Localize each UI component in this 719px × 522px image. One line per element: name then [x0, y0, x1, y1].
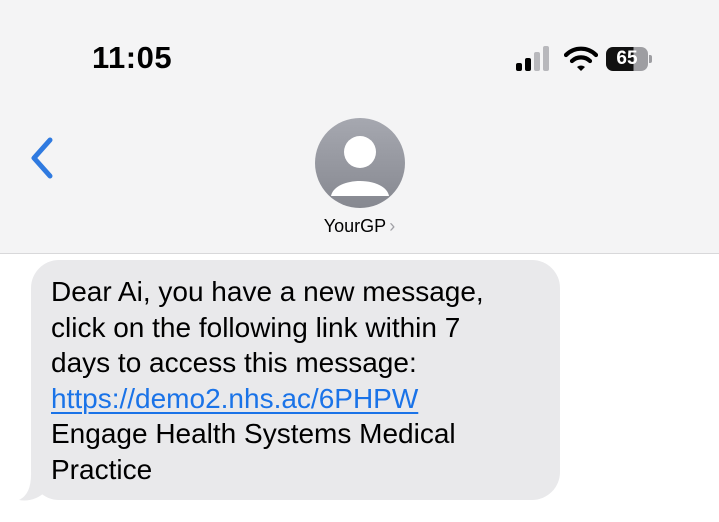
battery-level: 65 [616, 48, 638, 69]
contact-avatar[interactable] [315, 118, 405, 208]
battery-icon: 65 [606, 47, 652, 71]
message-line: Dear Ai, you have a new message, [51, 276, 484, 307]
battery-cap [649, 55, 652, 63]
wifi-icon [564, 46, 598, 71]
message-link-line: https://demo2.nhs.ac/6PHPW [51, 381, 540, 417]
message-line: Engage Health Systems Medical [51, 418, 456, 449]
person-silhouette-icon [331, 136, 389, 196]
contact-name: YourGP [323, 216, 387, 236]
back-button[interactable] [24, 134, 64, 182]
message-line: click on the following link within 7 [51, 311, 461, 343]
chevron-left-icon [31, 137, 53, 179]
status-icons: 65 [514, 46, 664, 74]
message-line: Practice [51, 453, 153, 485]
messages-screen: 11:05 65 YourGP › Dear Ai, you have a ne… [0, 0, 719, 522]
conversation-header: 11:05 65 YourGP › [0, 0, 719, 254]
status-time: 11:05 [92, 40, 173, 75]
message-line: days to access this message: [51, 347, 417, 378]
contact-name-row[interactable]: YourGP › [0, 216, 719, 237]
message-link[interactable]: https://demo2.nhs.ac/6PHPW [51, 383, 418, 414]
signal-icon [516, 46, 549, 71]
received-message-bubble[interactable]: Dear Ai, you have a new message, click o… [31, 260, 560, 500]
chevron-right-icon: › [389, 216, 396, 236]
